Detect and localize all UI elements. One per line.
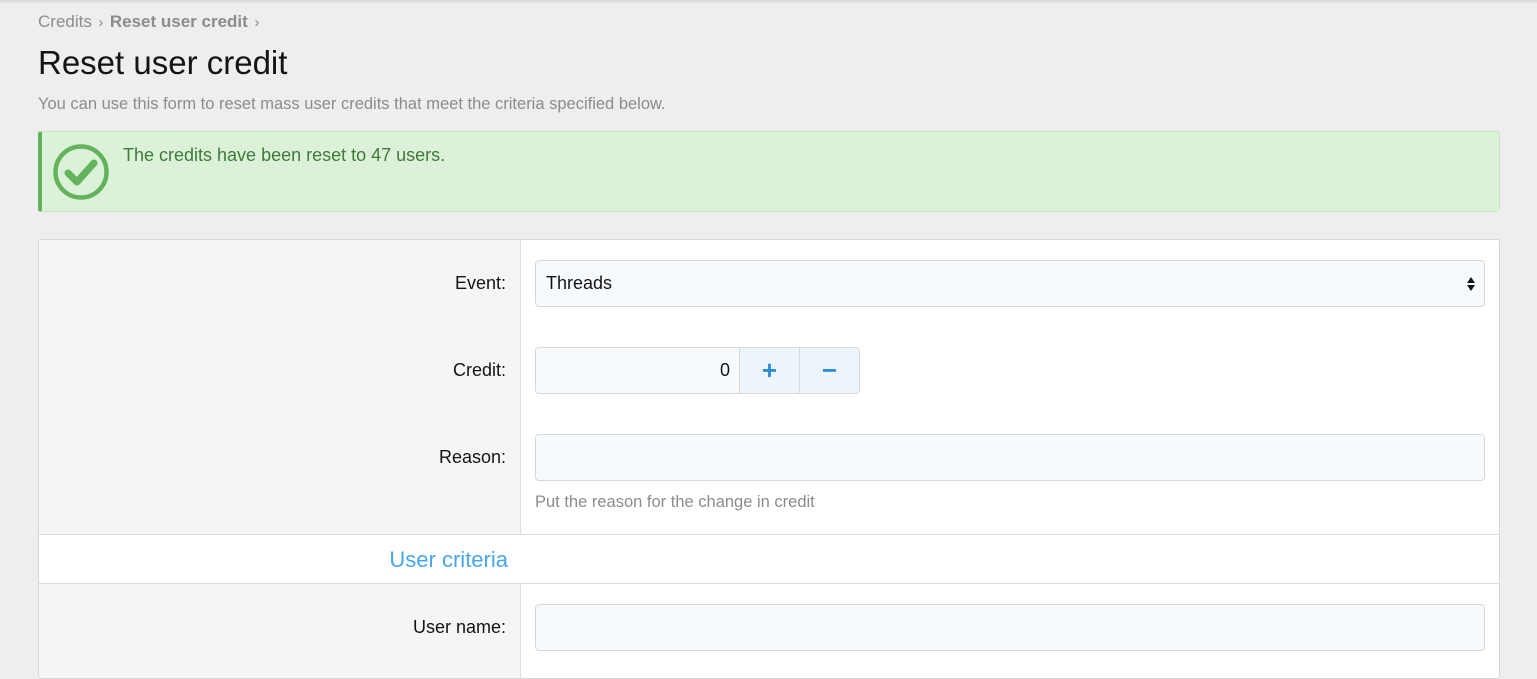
decrement-button[interactable]: − <box>799 348 859 393</box>
success-alert: The credits have been reset to 47 users. <box>38 131 1500 212</box>
user-name-input[interactable] <box>535 604 1485 651</box>
reason-hint: Put the reason for the change in credit <box>535 493 815 511</box>
breadcrumb-item-reset-user-credit[interactable]: Reset user credit <box>110 12 248 32</box>
page-title: Reset user credit <box>38 44 288 81</box>
select-arrows-icon <box>1466 276 1476 291</box>
increment-button[interactable]: + <box>739 348 799 393</box>
credit-input[interactable]: 0 <box>536 348 739 393</box>
breadcrumb-item-credits[interactable]: Credits <box>38 12 92 32</box>
alert-message: The credits have been reset to 47 users. <box>123 145 446 165</box>
chevron-right-icon: › <box>254 13 260 31</box>
check-circle-icon <box>53 144 109 200</box>
event-select-value: Threads <box>546 273 613 293</box>
page-description: You can use this form to reset mass user… <box>38 95 666 113</box>
form-label-column <box>39 240 521 534</box>
top-shadow <box>0 0 1537 4</box>
reason-input[interactable] <box>535 434 1485 481</box>
credit-label: Credit: <box>452 360 506 380</box>
user-criteria-header: User criteria <box>39 534 1499 584</box>
user-name-label: User name: <box>412 617 506 637</box>
event-select[interactable]: Threads <box>535 260 1485 307</box>
credit-stepper: 0 + − <box>535 347 860 394</box>
plus-icon: + <box>761 355 778 385</box>
user-criteria-title: User criteria <box>389 547 508 572</box>
event-label: Event: <box>454 273 506 293</box>
breadcrumb: Credits › Reset user credit › <box>38 12 266 32</box>
minus-icon: − <box>821 355 838 385</box>
reason-label: Reason: <box>438 447 506 467</box>
reset-credit-form: Event: Threads Credit: 0 + − Reason: Put… <box>38 239 1500 679</box>
chevron-right-icon: › <box>98 13 104 31</box>
